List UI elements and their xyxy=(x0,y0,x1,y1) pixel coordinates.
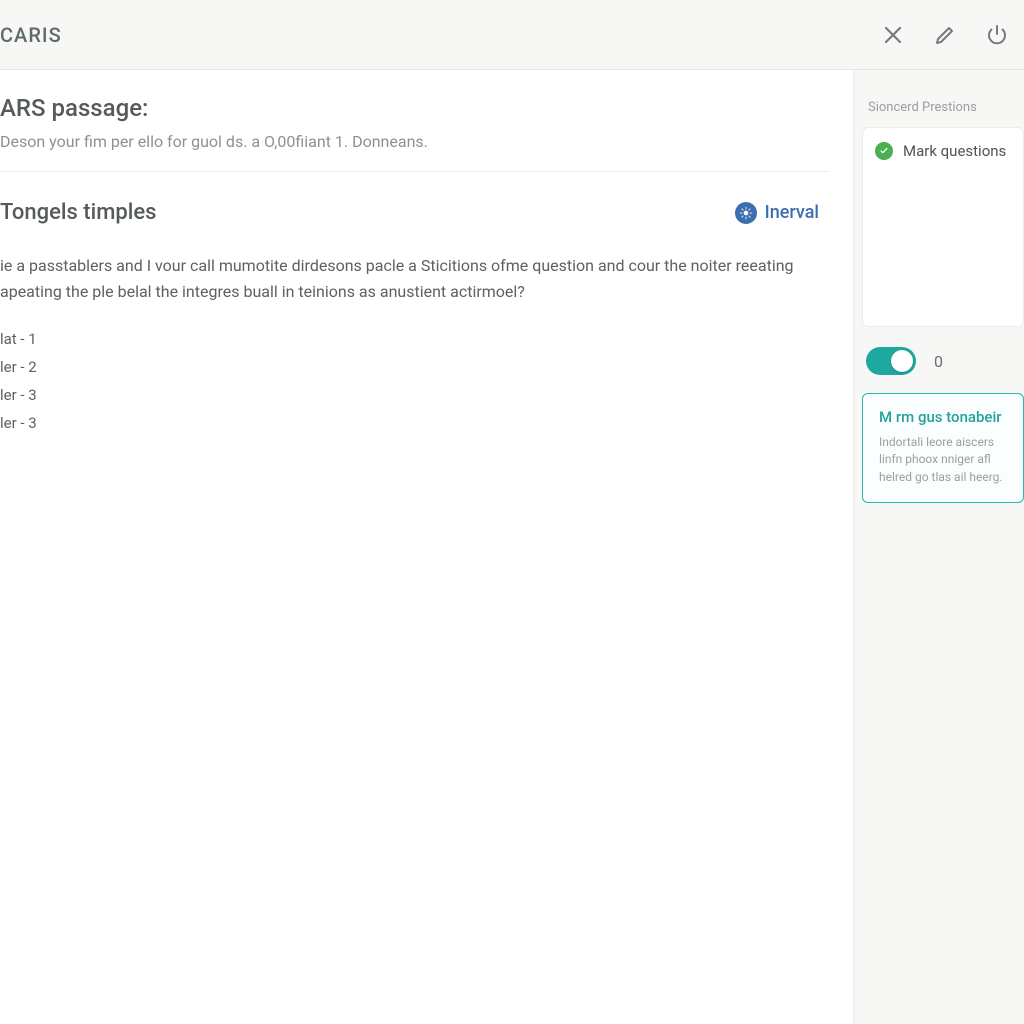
toggle-value: 0 xyxy=(934,352,943,371)
answer-option[interactable]: ler - 2 xyxy=(0,356,829,378)
check-icon xyxy=(875,142,893,160)
tip-body: Indortali leore aiscers linfn phoox nnig… xyxy=(879,434,1011,486)
close-icon[interactable] xyxy=(880,22,906,48)
edit-icon[interactable] xyxy=(932,22,958,48)
sidebar: Sioncerd Prestions Mark questions 0 M rm… xyxy=(854,70,1024,1024)
passage-title: ARS passage: xyxy=(0,94,829,122)
interval-button[interactable]: Inerval xyxy=(735,202,819,224)
question-header: Tongels timples Inerval xyxy=(0,200,829,225)
topbar-actions xyxy=(880,22,1010,48)
sidebar-section-title: Sioncerd Prestions xyxy=(868,100,1024,115)
question-body: ie a passtablers and I vour call mumotit… xyxy=(0,253,810,304)
passage-header: ARS passage: Deson your fim per ello for… xyxy=(0,94,829,172)
answer-label: lat - 1 xyxy=(0,330,37,348)
main-panel: ARS passage: Deson your fim per ello for… xyxy=(0,70,854,1024)
questions-card: Mark questions xyxy=(862,127,1024,327)
brand-text: CARIS xyxy=(0,23,62,47)
power-icon[interactable] xyxy=(984,22,1010,48)
tip-card: M rm gus tonabeir Indortali leore aiscer… xyxy=(862,393,1024,503)
answer-label: ler - 3 xyxy=(0,386,37,404)
interval-label: Inerval xyxy=(765,202,819,223)
sidebar-toggle[interactable] xyxy=(866,347,916,375)
brand: CARIS xyxy=(0,23,62,47)
answer-label: ler - 2 xyxy=(0,358,37,376)
mark-questions-label: Mark questions xyxy=(903,142,1006,160)
toggle-row: 0 xyxy=(866,347,1024,375)
mark-questions-button[interactable]: Mark questions xyxy=(875,142,1011,160)
passage-subtitle: Deson your fim per ello for guol ds. a O… xyxy=(0,132,829,151)
answer-option[interactable]: lat - 1 xyxy=(0,328,829,350)
question-title: Tongels timples xyxy=(0,200,156,225)
interval-icon xyxy=(735,202,757,224)
topbar: CARIS xyxy=(0,0,1024,70)
answer-list: lat - 1 ler - 2 ler - 3 ler - 3 xyxy=(0,328,829,434)
tip-title: M rm gus tonabeir xyxy=(879,408,1011,426)
answer-option[interactable]: ler - 3 xyxy=(0,412,829,434)
answer-label: ler - 3 xyxy=(0,414,37,432)
answer-option[interactable]: ler - 3 xyxy=(0,384,829,406)
toggle-knob xyxy=(891,350,913,372)
content-area: ARS passage: Deson your fim per ello for… xyxy=(0,70,1024,1024)
